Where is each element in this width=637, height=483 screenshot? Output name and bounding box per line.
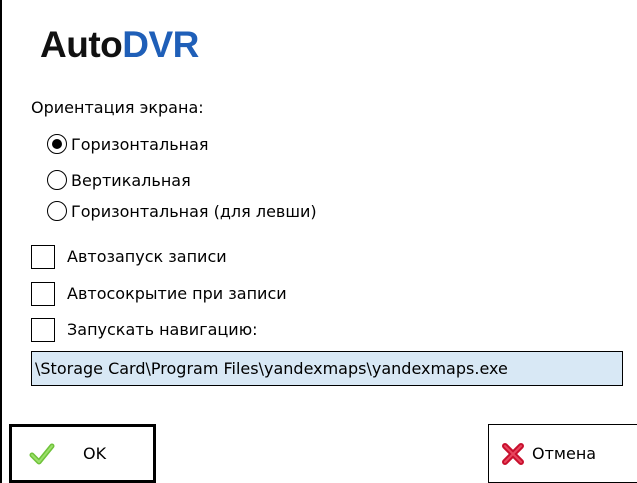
window-left-border (0, 0, 2, 483)
ok-button[interactable]: OK (9, 424, 156, 483)
radio-horizontal[interactable]: Горизонтальная (47, 131, 209, 157)
autostart-recording-label: Автозапуск записи (67, 247, 227, 266)
radio-horizontal-lefthanded[interactable]: Горизонтальная (для левши) (47, 198, 317, 224)
radio-horizontal-lefthanded-label: Горизонтальная (для левши) (71, 201, 317, 221)
x-mark-icon (502, 442, 524, 465)
logo-text-dvr: DVR (122, 24, 199, 65)
radio-selected-dot (52, 139, 62, 149)
logo-text-auto: Auto (40, 24, 123, 65)
radio-button[interactable] (47, 201, 67, 221)
autohide-recording-label: Автосокрытие при записи (67, 284, 287, 303)
launch-navigation-label: Запускать навигацию: (67, 320, 258, 339)
checkmark-icon (29, 443, 55, 464)
radio-button[interactable] (47, 170, 67, 190)
checkbox-autohide-recording[interactable]: Автосокрытие при записи (31, 280, 287, 307)
ok-button-label: OK (83, 444, 107, 463)
app-logo: Auto DVR (40, 24, 199, 72)
checkbox-launch-navigation[interactable]: Запускать навигацию: (31, 316, 258, 343)
radio-horizontal-label: Горизонтальная (71, 134, 209, 154)
radio-vertical[interactable]: Вертикальная (47, 167, 191, 193)
cancel-button-label: Отмена (532, 444, 597, 463)
checkbox[interactable] (31, 281, 55, 306)
navigation-path-field[interactable]: \Storage Card\Program Files\yandexmaps\y… (31, 351, 623, 386)
radio-vertical-label: Вертикальная (71, 170, 191, 190)
radio-button[interactable] (47, 134, 67, 154)
checkbox[interactable] (31, 317, 55, 342)
cancel-button[interactable]: Отмена (488, 424, 637, 483)
checkbox-autostart-recording[interactable]: Автозапуск записи (31, 243, 227, 270)
screen-orientation-label: Ориентация экрана: (31, 98, 204, 117)
checkbox[interactable] (31, 244, 55, 269)
